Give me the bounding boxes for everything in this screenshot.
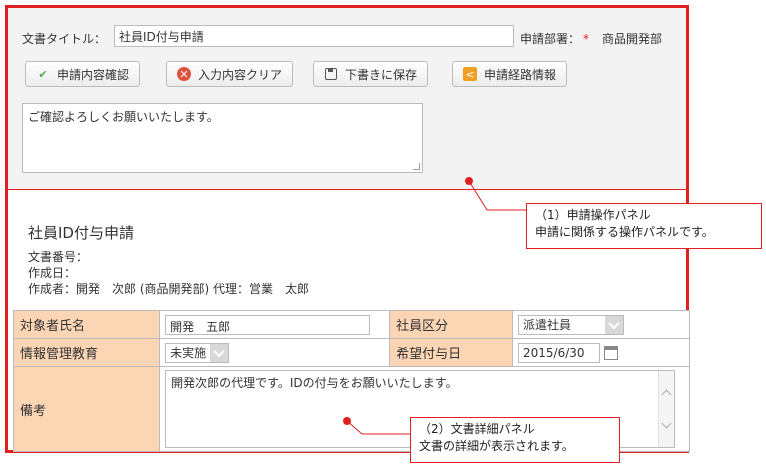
route-info-button[interactable]: < 申請経路情報 [452, 61, 568, 87]
check-icon: ✔ [38, 67, 48, 81]
table-row: 対象者氏名 開発 五郎 社員区分 派遣社員 [12, 310, 691, 339]
scroll-up-icon[interactable] [661, 389, 672, 400]
creator-info: 作成者：開発 次郎 (商品開発部) 代理：営業 太郎 [28, 282, 309, 296]
required-mark: * [583, 32, 590, 46]
save-draft-button[interactable]: 下書きに保存 [313, 61, 429, 87]
dept-value: 商品開発部 [602, 32, 663, 46]
save-icon [324, 67, 338, 81]
info-education-select[interactable]: 未実施 [165, 342, 230, 363]
clear-icon: ✕ [177, 67, 191, 81]
calendar-icon[interactable] [603, 345, 618, 360]
chevron-down-icon [604, 315, 623, 334]
document-number: 文書番号： [28, 250, 89, 264]
scroll-down-icon[interactable] [661, 418, 672, 429]
info-education-label: 情報管理教育 [12, 338, 161, 367]
target-name-label: 対象者氏名 [12, 310, 161, 339]
doc-title-input[interactable]: 社員ID付与申請 [114, 25, 514, 47]
comment-textarea[interactable]: ご確認よろしくお願いいたします。 [22, 103, 423, 173]
desired-date-label: 希望付与日 [389, 338, 513, 367]
table-row: 情報管理教育 未実施 希望付与日 2015/6/30 [12, 338, 691, 367]
employee-type-label: 社員区分 [389, 310, 513, 339]
remarks-label: 備考 [12, 366, 161, 452]
target-name-input[interactable]: 開発 五郎 [165, 314, 371, 335]
doc-title-label: 文書タイトル： [22, 32, 107, 46]
callout-marker [343, 417, 351, 425]
scrollbar[interactable] [658, 371, 675, 447]
share-icon: < [463, 67, 477, 81]
resize-grip-icon[interactable] [413, 163, 420, 170]
desired-date-input[interactable]: 2015/6/30 [517, 342, 600, 363]
callout-request-panel: （1）申請操作パネル 申請に関係する操作パネルです。 [526, 203, 762, 249]
employee-type-select[interactable]: 派遣社員 [517, 314, 624, 335]
clear-input-button[interactable]: ✕ 入力内容クリア [166, 61, 294, 87]
callout-detail-panel: （2）文書詳細パネル 文書の詳細が表示されます。 [410, 417, 620, 463]
created-date: 作成日： [28, 266, 77, 280]
callout-marker [465, 177, 473, 185]
confirm-request-button[interactable]: ✔ 申請内容確認 [25, 61, 141, 87]
chevron-down-icon [210, 343, 229, 362]
document-title: 社員ID付与申請 [28, 224, 134, 242]
dept-label: 申請部署： * [520, 32, 590, 46]
